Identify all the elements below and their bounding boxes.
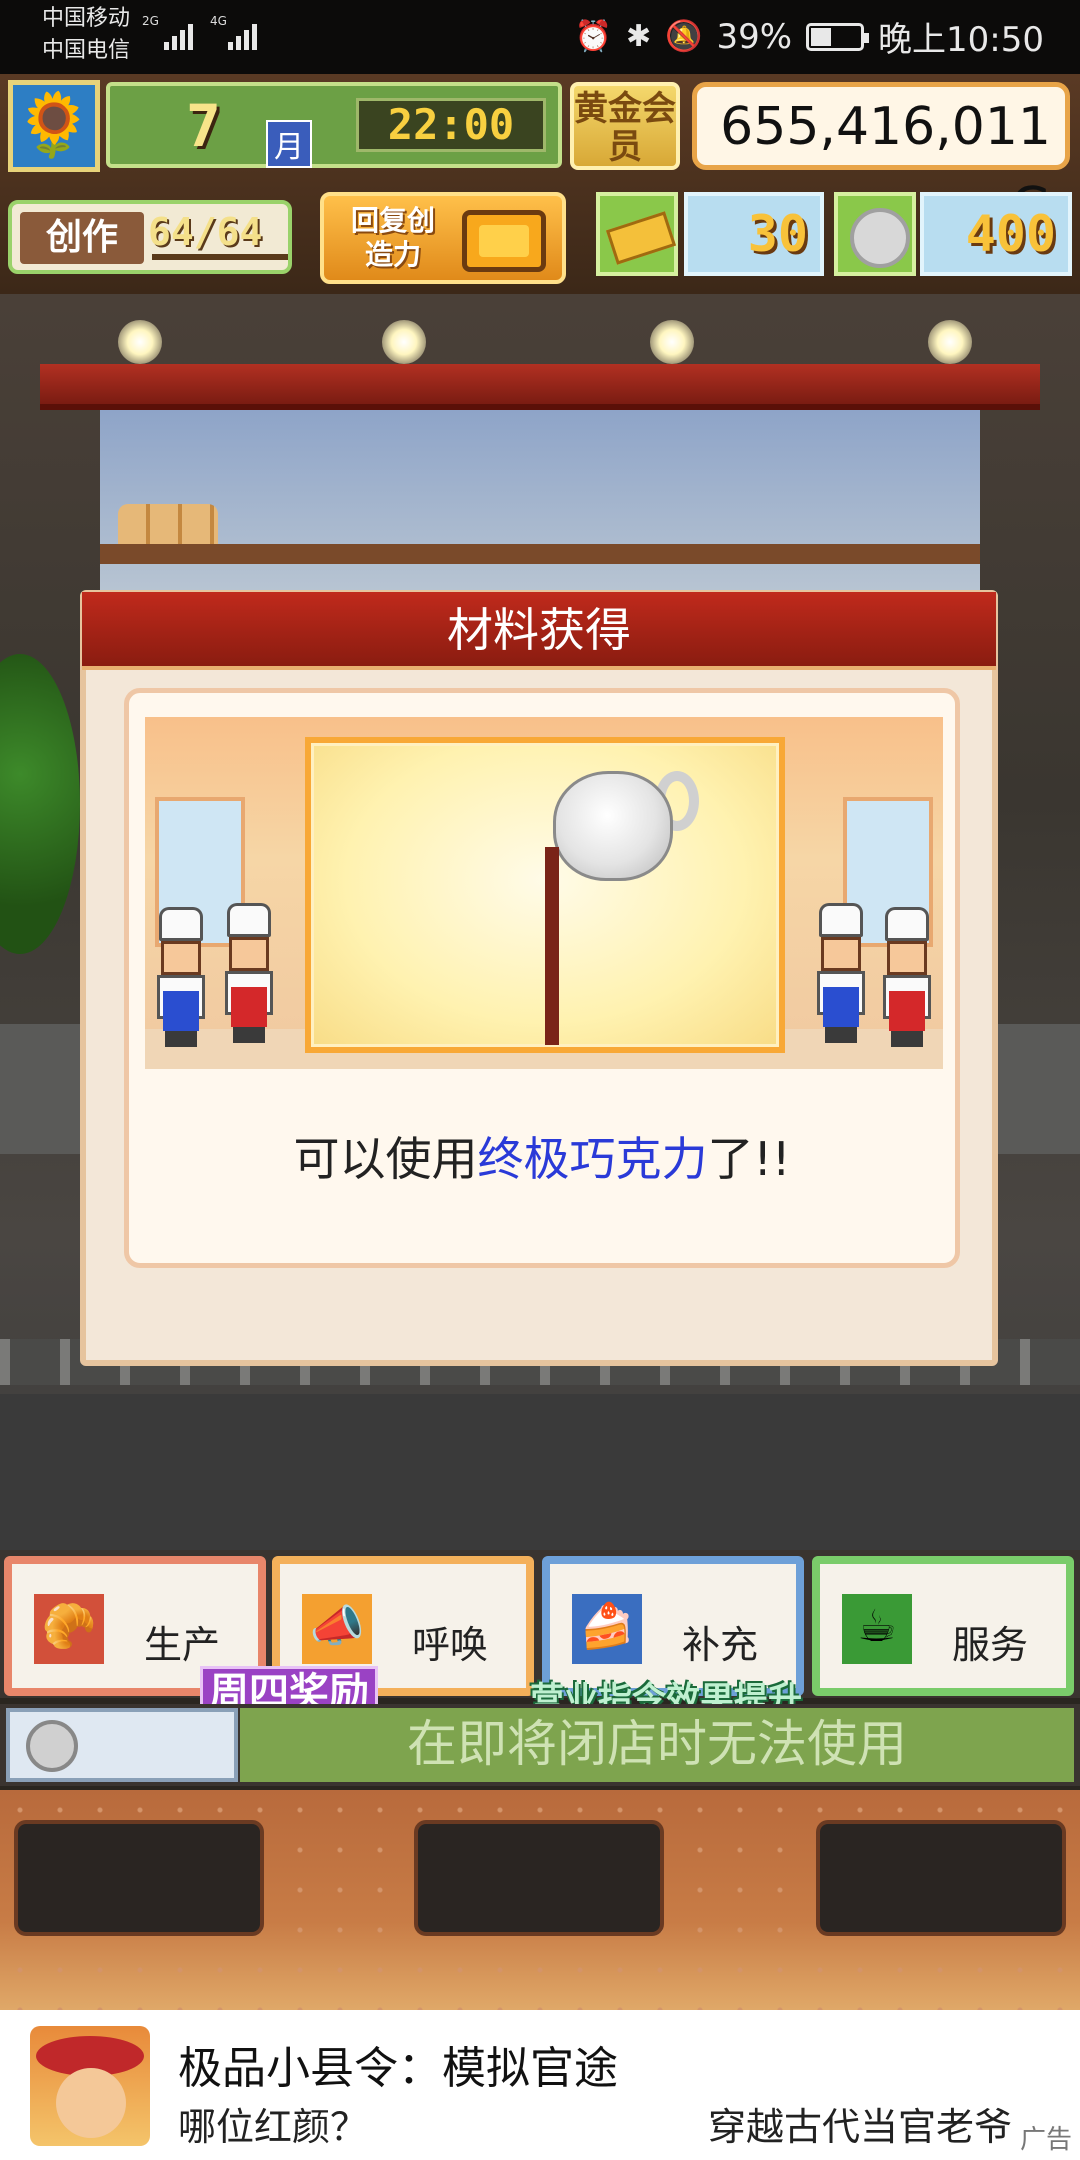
call-label: 呼唤 [412,1623,489,1667]
creativity-meter: 创作 64/64 [8,200,292,274]
lamp-icon [650,320,694,364]
shop-awning [40,364,1040,410]
bread-icon: 🥐 [34,1594,104,1664]
money-display: 655,416,011 G [692,82,1070,237]
gold-member-badge[interactable]: 黄金会员 [570,82,680,170]
clock: 晚上10:50 [878,20,1044,60]
recover-creativity-button[interactable]: 回复创造力 [320,192,566,284]
dialog-message: 可以使用终极巧克力了!! [129,1123,955,1189]
item-frame [305,737,785,1053]
battery-percent: 39% [716,16,793,57]
produce-label: 生产 [144,1623,221,1667]
megaphone-icon: 📣 [302,1594,372,1664]
chef-sprite [153,907,209,1047]
ticket-count[interactable]: 30 [684,192,824,276]
coin-slot[interactable] [6,1708,238,1782]
service-label: 服务 [952,1623,1029,1667]
coin-icon [26,1720,78,1772]
month-unit: 月 [266,120,312,168]
material-acquired-dialog[interactable]: 材料获得 可以使用终极巧克力了!! [80,590,998,1366]
carrier-2: 中国电信 [42,38,131,63]
ad-title[interactable]: 极品小县令：模拟官途 [178,2032,618,2096]
milk-jug-icon [547,761,699,881]
medal-icon [834,192,916,276]
lamp-icon [118,320,162,364]
coffee-cup-icon: ☕ [842,1594,912,1664]
recover-creativity-label: 回复创造力 [350,204,435,271]
mute-icon: 🔕 [665,19,703,54]
message-item-name: 终极巧克力 [477,1132,708,1186]
chef-sprite [879,907,935,1047]
date-bar: 7 月 22:00 [106,82,562,168]
creativity-bar [152,254,288,260]
chef-sprite [221,903,277,1043]
notice-message: 在即将闭店时无法使用 [240,1708,1074,1782]
creativity-label: 创作 [20,212,144,264]
ad-banner[interactable]: 极品小县令：模拟官途 哪位红颜？ 穿越古代当官老爷 广告 [0,2010,1080,2160]
ad-app-icon[interactable] [30,2026,150,2146]
road [0,1394,1080,1550]
slot-1[interactable] [18,1824,260,1932]
month-number: 7 [186,92,221,160]
service-button[interactable]: ☕ 服务 [812,1556,1074,1696]
tree-decoration [0,654,80,954]
info-row: 在即将闭店时无法使用 [0,1704,1080,1786]
chef-sprite [813,903,869,1043]
dialog-title: 材料获得 [447,603,631,657]
signal-type-2: 4G [210,14,227,28]
dialog-card: 可以使用终极巧克力了!! [124,688,960,1268]
item-slots [0,1790,1080,2010]
bluetooth-icon: ✱ [625,19,652,54]
restock-label: 补充 [682,1623,759,1667]
lamp-icon [928,320,972,364]
tv-icon [462,210,546,272]
carrier-1: 中国移动 [42,6,131,31]
message-suffix: 了!! [707,1132,791,1186]
ad-tagline[interactable]: 穿越古代当官老爷 [708,2096,1012,2151]
creativity-value: 64/64 [148,210,263,254]
slot-2[interactable] [418,1824,660,1932]
battery-icon [806,22,870,51]
signal-type-1: 2G [142,14,159,28]
item-illustration [145,717,943,1069]
ad-label: 广告 [1019,2125,1072,2155]
status-bar: 中国移动 中国电信 2G 4G ⏰ ✱ 🔕 39% 晚上10:50 [0,0,1080,74]
signal-bars-2 [228,16,257,50]
ad-subtitle[interactable]: 哪位红颜？ [178,2096,368,2151]
message-prefix: 可以使用 [293,1132,478,1186]
cake-icon: 🍰 [572,1594,642,1664]
sunflower-icon[interactable]: 🌻 [8,80,100,172]
signal-bars-1 [164,16,193,50]
dialog-header: 材料获得 [82,592,996,670]
game-time: 22:00 [356,98,546,152]
chocolate-bar-icon [545,847,559,1045]
alarm-icon: ⏰ [574,19,612,54]
medal-count[interactable]: 400 [920,192,1072,276]
ticket-icon [596,192,678,276]
slot-3[interactable] [820,1824,1062,1932]
lamp-icon [382,320,426,364]
shop-counter [100,544,980,564]
game-hud: 🌻 7 月 22:00 黄金会员 655,416,011 G 创作 64/64 … [0,74,1080,294]
